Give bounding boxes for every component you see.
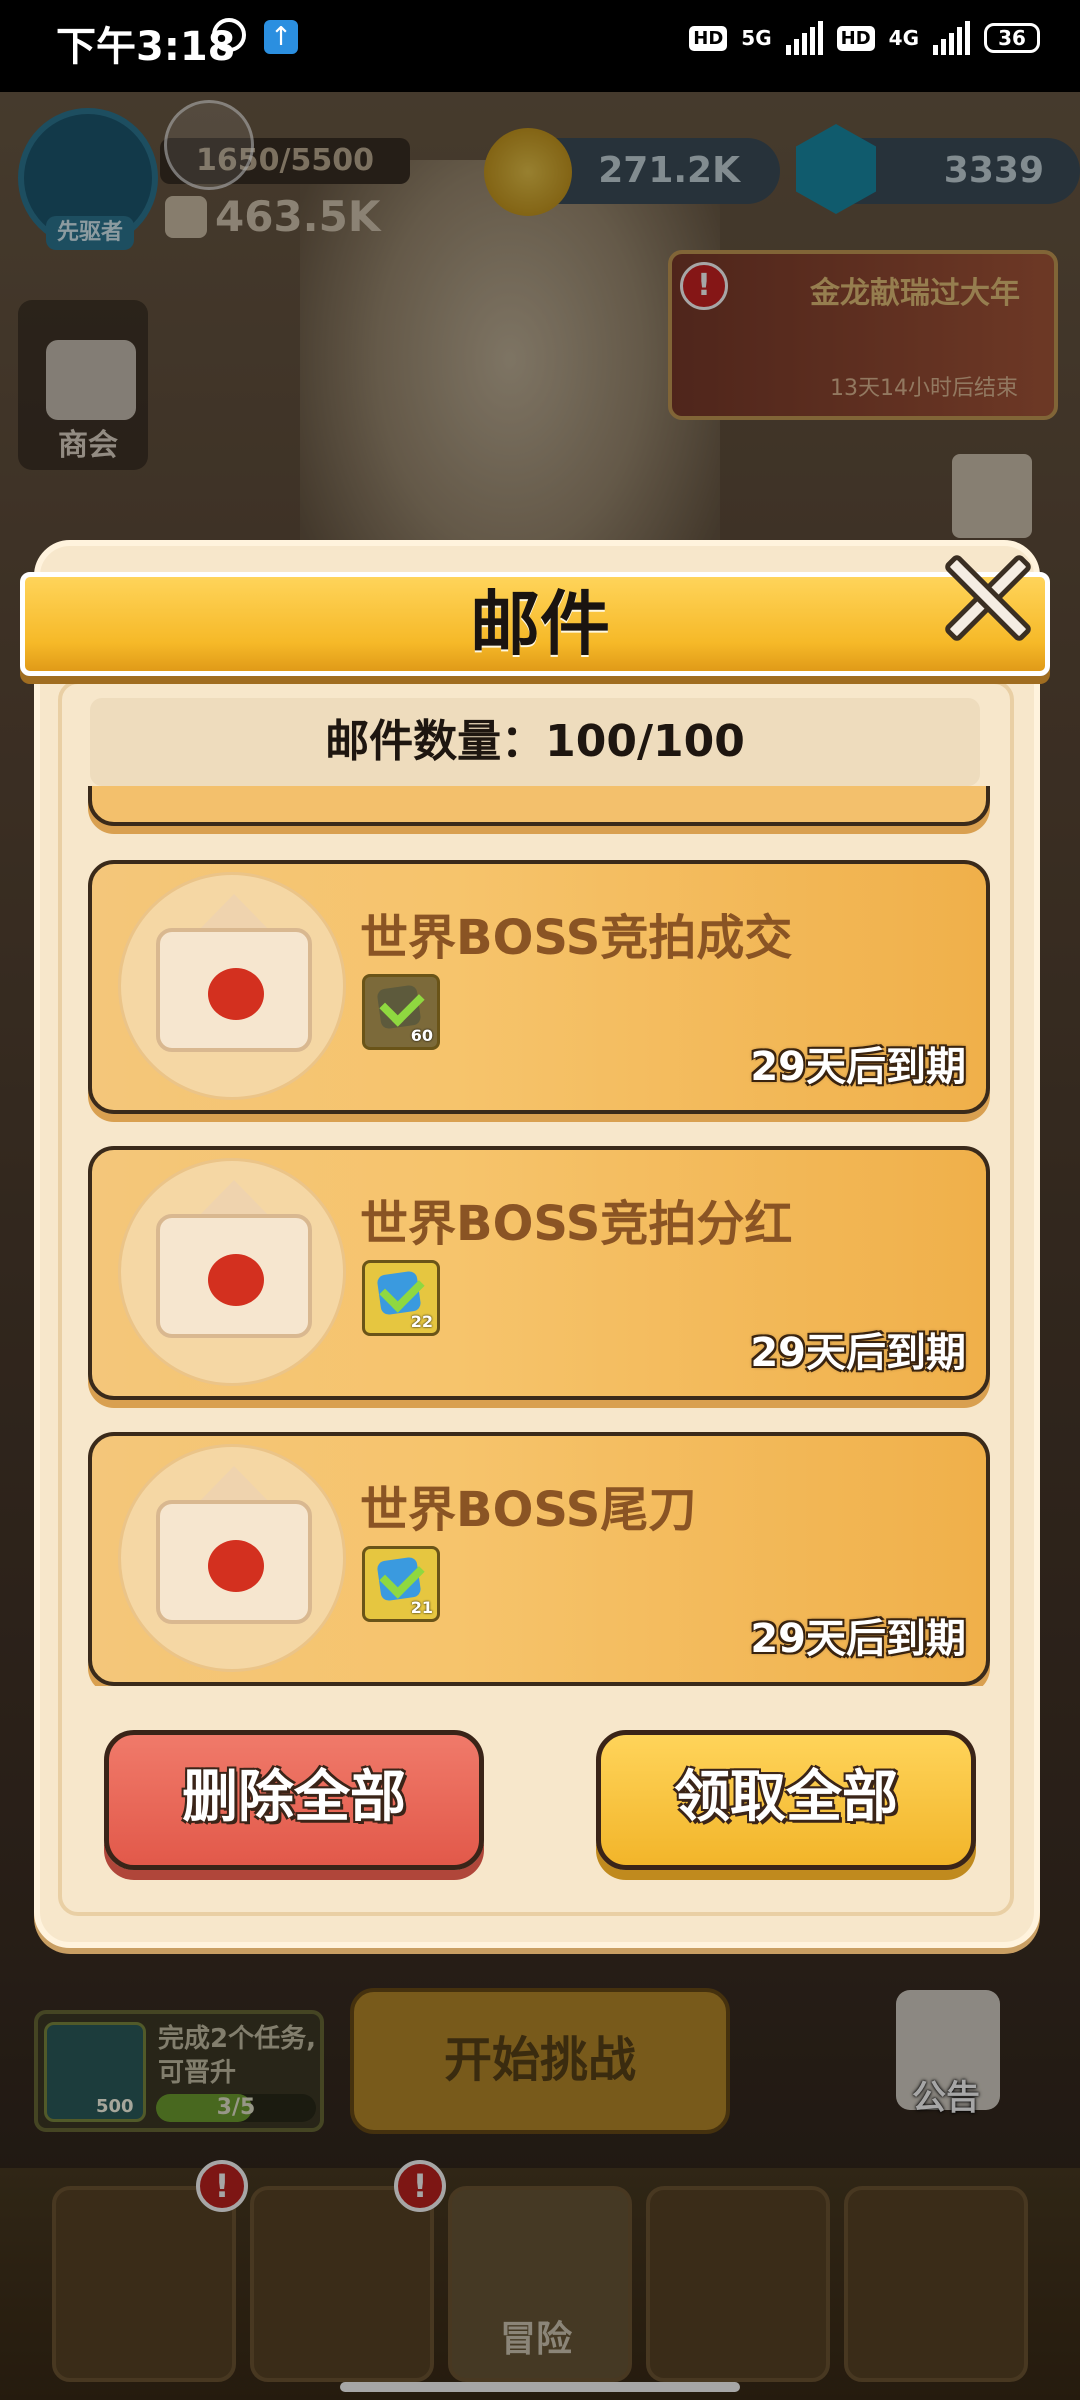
network-4g: 4G bbox=[888, 26, 919, 50]
wax-seal-icon bbox=[208, 968, 264, 1020]
item-count: 21 bbox=[410, 1598, 433, 1617]
mail-list[interactable]: 世界BOSS竞拍成交 60 29天后到期 世界BOSS竞拍分红 22 29天后到… bbox=[60, 786, 1020, 1686]
item-count: 22 bbox=[410, 1312, 433, 1331]
mail-item[interactable]: 世界BOSS竞拍分红 22 29天后到期 bbox=[88, 1146, 990, 1400]
mail-title: 世界BOSS尾刀 bbox=[360, 1482, 697, 1538]
alarm-icon bbox=[212, 18, 246, 52]
mail-item-partial[interactable] bbox=[88, 786, 990, 826]
mail-title: 世界BOSS竞拍成交 bbox=[360, 910, 793, 966]
wax-seal-icon bbox=[208, 1254, 264, 1306]
mail-item[interactable]: 世界BOSS竞拍成交 60 29天后到期 bbox=[88, 860, 990, 1114]
close-button[interactable] bbox=[930, 548, 1040, 648]
upload-icon: ↑ bbox=[264, 20, 298, 54]
delete-all-button[interactable]: 删除全部 bbox=[104, 1730, 484, 1870]
status-indicators: HD 5G HD 4G 36 bbox=[689, 18, 1040, 58]
hd-badge: HD bbox=[689, 25, 728, 51]
claim-all-button[interactable]: 领取全部 bbox=[596, 1730, 976, 1870]
hd-badge-2: HD bbox=[836, 25, 875, 51]
modal-title: 邮件 bbox=[470, 583, 610, 665]
mail-expire: 29天后到期 bbox=[750, 1616, 966, 1662]
gear-item-icon[interactable]: 60 bbox=[362, 974, 440, 1050]
mail-item[interactable]: 世界BOSS尾刀 21 29天后到期 bbox=[88, 1432, 990, 1686]
signal-icon-2 bbox=[933, 21, 970, 55]
battery-icon: 36 bbox=[984, 23, 1040, 53]
mail-count: 邮件数量：100/100 bbox=[90, 698, 980, 786]
network-5g: 5G bbox=[741, 26, 772, 50]
mail-expire: 29天后到期 bbox=[750, 1044, 966, 1090]
signal-icon bbox=[785, 21, 823, 55]
mail-expire: 29天后到期 bbox=[750, 1330, 966, 1376]
blue-check-item-icon[interactable]: 21 bbox=[362, 1546, 440, 1622]
status-bar: 下午3:18 ↑ HD 5G HD 4G 36 bbox=[0, 0, 1080, 92]
item-count: 60 bbox=[410, 1026, 433, 1045]
mail-title: 世界BOSS竞拍分红 bbox=[360, 1196, 793, 1252]
blue-check-item-icon[interactable]: 22 bbox=[362, 1260, 440, 1336]
wax-seal-icon bbox=[208, 1540, 264, 1592]
status-time: 下午3:18 bbox=[56, 24, 236, 70]
